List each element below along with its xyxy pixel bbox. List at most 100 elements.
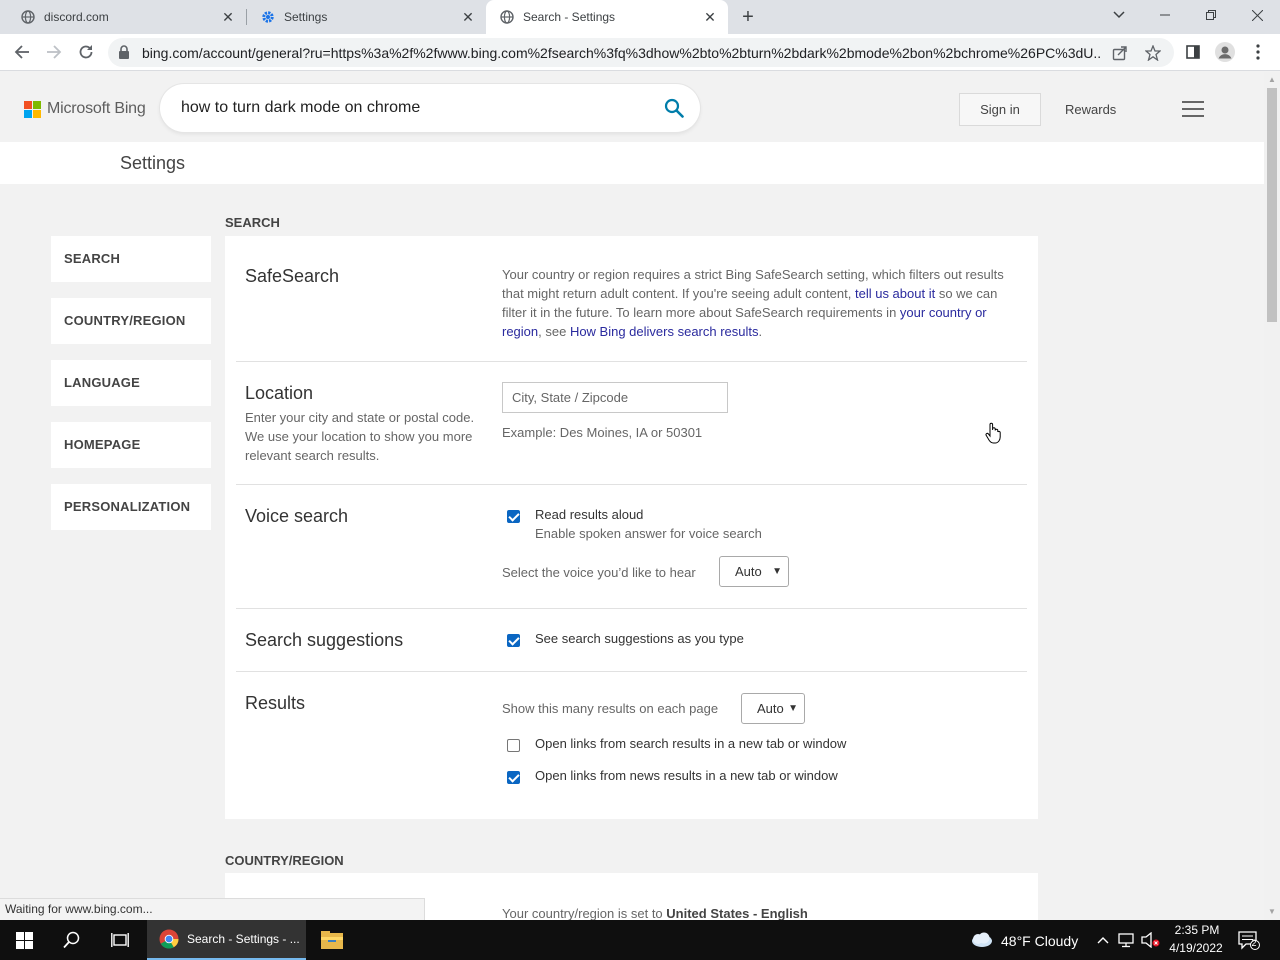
weather-cloud-icon[interactable] [968, 920, 994, 960]
side-nav-homepage[interactable]: HOMEPAGE [51, 422, 211, 468]
file-explorer-icon[interactable] [318, 920, 346, 960]
browser-toolbar: bing.com/account/general?ru=https%3a%2f%… [0, 34, 1280, 71]
divider [236, 671, 1027, 672]
search-settings-panel: SafeSearch Your country or region requir… [225, 236, 1038, 819]
page-scrollbar[interactable]: ▲ ▼ [1264, 72, 1280, 920]
notifications-icon[interactable]: 2 [1236, 920, 1262, 960]
back-button[interactable] [10, 40, 34, 64]
rewards-link[interactable]: Rewards [1065, 102, 1116, 117]
results-title: Results [245, 693, 306, 713]
new-tab-search-label: Open links from search results in a new … [535, 736, 847, 751]
safesearch-text: , see [538, 324, 570, 339]
search-icon[interactable] [664, 98, 684, 123]
reload-button[interactable] [74, 40, 98, 64]
read-aloud-checkbox[interactable] [507, 510, 520, 523]
side-nav-search[interactable]: SEARCH [51, 236, 211, 282]
read-aloud-label: Read results aloud [535, 507, 644, 522]
lock-icon[interactable] [118, 45, 130, 64]
tab-title: Search - Settings [523, 10, 616, 24]
network-icon[interactable] [1117, 920, 1137, 960]
section-title-country-region: COUNTRY/REGION [225, 853, 344, 868]
tab-strip: discord.com ✕ Settings ✕ Search - Settin… [0, 0, 1280, 34]
search-input[interactable]: how to turn dark mode on chrome [181, 99, 420, 117]
divider [236, 608, 1027, 609]
taskbar-chrome-label: Search - Settings - ... [187, 932, 300, 946]
voice-select-label: Select the voice you’d like to hear [502, 565, 696, 580]
side-panel-icon[interactable] [1181, 40, 1205, 64]
bing-header: Microsoft Bing how to turn dark mode on … [0, 72, 1264, 142]
country-region-text: Your country/region is set to United Sta… [502, 904, 808, 920]
how-bing-delivers-link[interactable]: How Bing delivers search results [570, 324, 759, 339]
country-region-value: United States - English [666, 906, 808, 920]
restore-button[interactable] [1188, 0, 1234, 30]
chevron-down-icon: ▼ [788, 703, 798, 714]
forward-button[interactable] [42, 40, 66, 64]
divider [236, 361, 1027, 362]
safesearch-title: SafeSearch [245, 266, 340, 286]
bing-logo[interactable]: Microsoft Bing [24, 100, 146, 118]
close-window-button[interactable] [1234, 0, 1280, 30]
tab-search-icon[interactable] [1096, 0, 1142, 30]
settings-header-bar: Settings [0, 142, 1264, 184]
voice-select-value: Auto [735, 564, 762, 579]
results-per-page-select[interactable]: Auto ▼ [741, 693, 805, 724]
section-title-search: SEARCH [225, 215, 280, 230]
location-title: Location [245, 383, 314, 403]
side-nav-personalization[interactable]: PERSONALIZATION [51, 484, 211, 530]
page-viewport: Microsoft Bing how to turn dark mode on … [0, 72, 1264, 920]
new-tab-news-label: Open links from news results in a new ta… [535, 768, 838, 783]
scrollbar-thumb[interactable] [1267, 88, 1277, 322]
close-icon[interactable]: ✕ [460, 9, 476, 25]
globe-icon [499, 9, 515, 25]
taskbar-chrome-button[interactable]: Search - Settings - ... [147, 920, 306, 960]
tab-title: discord.com [44, 10, 109, 24]
profile-avatar-icon[interactable] [1213, 40, 1237, 64]
side-nav-country-region[interactable]: COUNTRY/REGION [51, 298, 211, 344]
url-text: bing.com/account/general?ru=https%3a%2f%… [142, 45, 1102, 61]
safesearch-description: Your country or region requires a strict… [502, 265, 1022, 341]
task-view-icon[interactable] [104, 920, 136, 960]
results-per-page-label: Show this many results on each page [502, 701, 719, 716]
search-suggestions-label: See search suggestions as you type [535, 631, 744, 646]
taskbar-search-icon[interactable] [56, 920, 88, 960]
voice-search-title: Voice search [245, 506, 349, 526]
search-box[interactable]: how to turn dark mode on chrome [160, 84, 700, 132]
new-tab-search-checkbox[interactable] [507, 739, 520, 752]
scroll-up-arrow-icon[interactable]: ▲ [1264, 72, 1280, 88]
location-input[interactable]: City, State / Zipcode [502, 382, 728, 413]
tab-search-settings[interactable]: Search - Settings ✕ [486, 0, 728, 34]
weather-text[interactable]: 48°F Cloudy [1001, 933, 1078, 949]
logo-text: Microsoft Bing [47, 100, 146, 117]
chevron-up-icon[interactable] [1094, 920, 1112, 960]
tab-title: Settings [284, 10, 328, 24]
tab-discord[interactable]: discord.com ✕ [0, 0, 246, 34]
menu-dots-icon[interactable] [1246, 40, 1270, 64]
share-icon[interactable] [1111, 44, 1129, 62]
country-region-prefix: Your country/region is set to [502, 906, 667, 920]
clock-date[interactable]: 4/19/2022 [1166, 941, 1226, 955]
windows-start-icon[interactable] [8, 920, 40, 960]
minimize-button[interactable] [1142, 0, 1188, 30]
tab-settings[interactable]: Settings ✕ [240, 0, 486, 34]
settings-side-nav: SEARCH COUNTRY/REGION LANGUAGE HOMEPAGE … [51, 236, 211, 546]
side-nav-language[interactable]: LANGUAGE [51, 360, 211, 406]
clock-time[interactable]: 2:35 PM [1172, 923, 1222, 937]
address-bar[interactable]: bing.com/account/general?ru=https%3a%2f%… [108, 38, 1174, 67]
new-tab-button[interactable]: + [736, 5, 760, 29]
status-bar: Waiting for www.bing.com... [0, 898, 425, 920]
search-suggestions-checkbox[interactable] [507, 634, 520, 647]
safesearch-text: . [758, 324, 763, 339]
sign-in-button[interactable]: Sign in [959, 93, 1041, 126]
close-icon[interactable]: ✕ [702, 9, 718, 25]
new-tab-news-checkbox[interactable] [507, 771, 520, 784]
hamburger-menu-icon[interactable] [1182, 101, 1204, 117]
tell-us-link[interactable]: tell us about it [855, 286, 935, 301]
microsoft-logo-icon [24, 100, 41, 118]
close-icon[interactable]: ✕ [220, 9, 236, 25]
volume-muted-icon[interactable] [1140, 920, 1162, 960]
scroll-down-arrow-icon[interactable]: ▼ [1264, 904, 1280, 920]
bookmark-star-icon[interactable] [1144, 44, 1162, 62]
results-per-page-value: Auto [757, 701, 784, 716]
location-example: Example: Des Moines, IA or 50301 [502, 425, 703, 440]
voice-select[interactable]: Auto ▼ [719, 556, 789, 587]
